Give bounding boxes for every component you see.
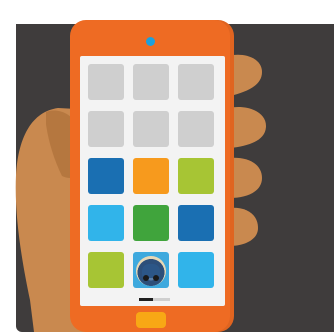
- app-tile-6[interactable]: [178, 111, 214, 147]
- app-tile-11[interactable]: [133, 205, 169, 241]
- smartphone: [70, 20, 234, 332]
- app-grid: [88, 64, 214, 288]
- home-button[interactable]: [136, 312, 166, 328]
- app-tile-3[interactable]: [178, 64, 214, 100]
- app-tile-1[interactable]: [88, 64, 124, 100]
- app-tile-2[interactable]: [133, 64, 169, 100]
- app-tile-15[interactable]: [178, 252, 214, 288]
- illustration-scene: [0, 0, 334, 332]
- wheel-icon: [143, 275, 149, 281]
- app-tile-4[interactable]: [88, 111, 124, 147]
- app-tile-13[interactable]: [88, 252, 124, 288]
- app-tile-12[interactable]: [178, 205, 214, 241]
- app-tile-8[interactable]: [133, 158, 169, 194]
- app-tile-10[interactable]: [88, 205, 124, 241]
- app-tile-7[interactable]: [88, 158, 124, 194]
- wheel-icon: [153, 275, 159, 281]
- front-camera-icon: [146, 37, 155, 46]
- phone-screen: [80, 56, 225, 306]
- download-progress-bar: [139, 298, 170, 301]
- app-tile-5[interactable]: [133, 111, 169, 147]
- app-tile-9[interactable]: [178, 158, 214, 194]
- download-progress-fill: [139, 298, 153, 301]
- app-tile-14[interactable]: [133, 252, 169, 288]
